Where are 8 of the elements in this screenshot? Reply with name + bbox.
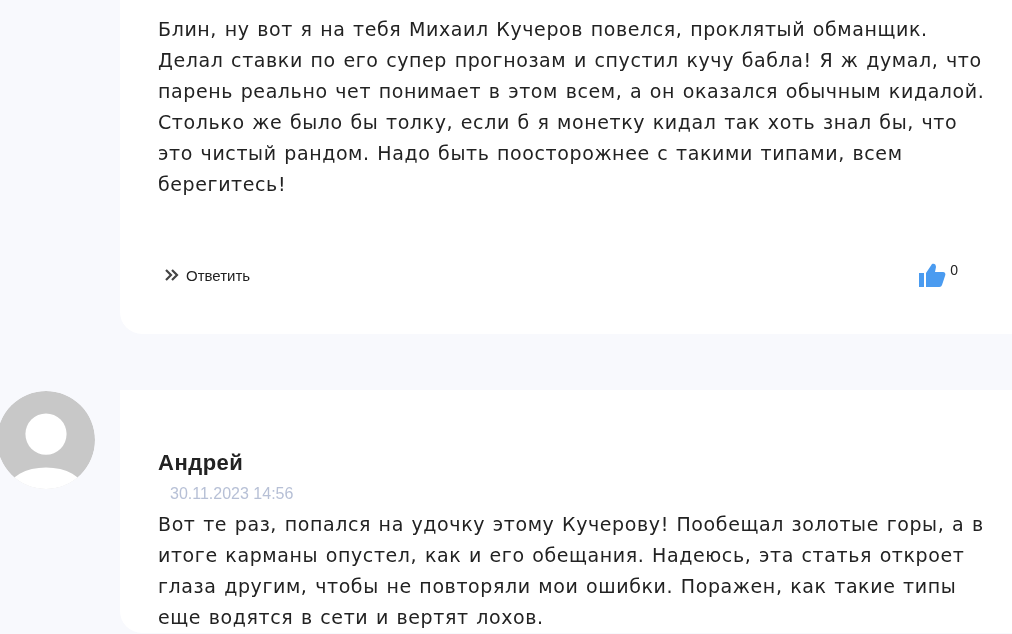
comment-date: 30.11.2023 14:56 — [170, 485, 295, 503]
double-chevron-icon — [164, 268, 180, 282]
author-name: Андрей — [158, 450, 245, 476]
comment-text: Блин, ну вот я на тебя Михаил Кучеров повелся, проклятый обманщик. Делал ставки по его супер прогнозам и спустил кучу бабла! Я ж думал, что парень реально чет понимает в этом всем, а он оказался обычным кидалой. Столько же было бы толку, если б я монетку кидал так хоть знал бы, что это чистый рандом. Надо быть поосторожнее с такими типами, всем берегитесь! — [158, 17, 986, 197]
thumbs-up-icon[interactable] — [918, 262, 947, 288]
comment-text: Вот те раз, попался на удочку этому Кучерову! Пообещал золотые горы, а в итоге карманы опустел, как и его обещания. Надеюсь, эта статья откроет глаза другим, чтобы не повторяли мои ошибки. Поражен, как такие типы еще водятся в сети и вертят лохов. — [158, 512, 985, 630]
reply-link[interactable]: Ответить — [164, 266, 251, 284]
like-count: 0 — [950, 262, 958, 278]
